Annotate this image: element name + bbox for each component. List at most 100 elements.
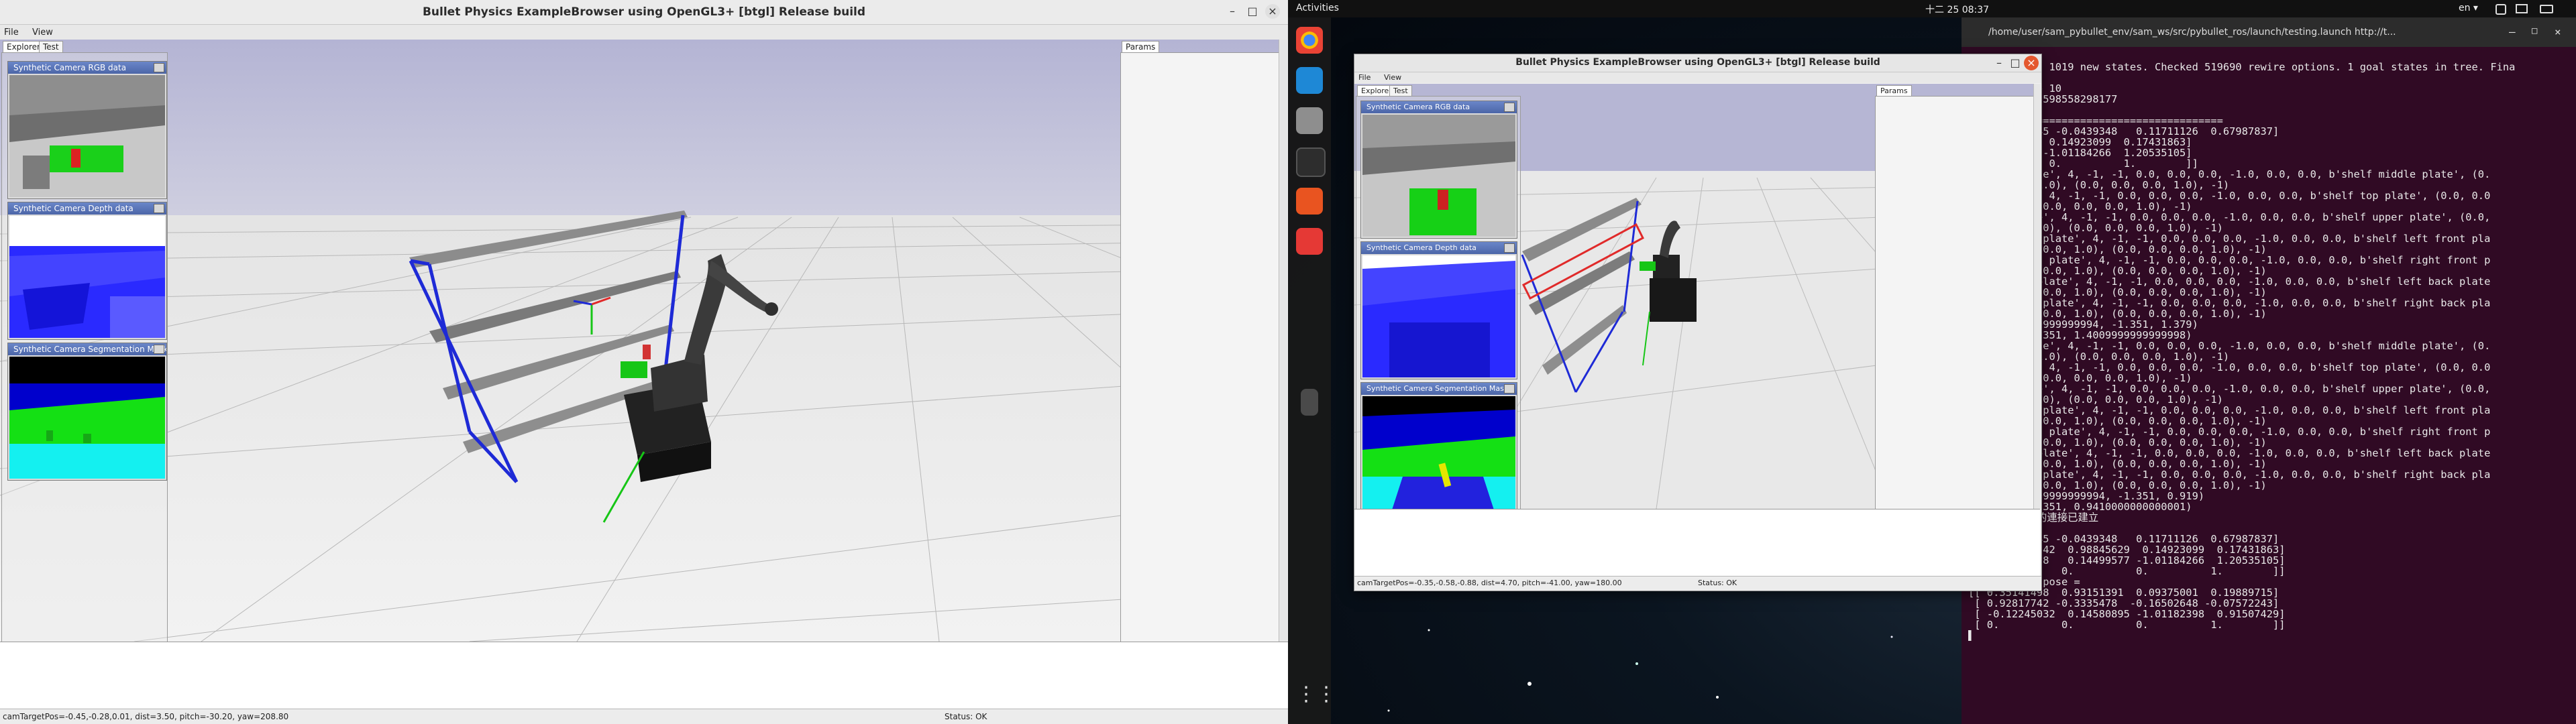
terminal-line: 'left_front_plate', 4, -1, -1, 0.0, 0.0,… [1968,405,2491,416]
terminal-line: ========================================… [1968,115,2223,126]
camera-close-button[interactable] [1504,243,1515,253]
depth-camera-image [9,216,165,338]
terminal-line: 'upper_plate', 4, -1, -1, 0.0, 0.0, 0.0,… [1968,212,2491,223]
camera-close-button[interactable] [1504,384,1515,394]
params-panel [1875,96,2035,510]
anydesk-icon[interactable] [1296,228,1323,255]
terminal-window[interactable]: /home/user/sam_pybullet_env/sam_ws/src/p… [1962,17,2576,724]
terminal-line: 'top_plate', 4, -1, -1, 0.0, 0.0, 0.0, -… [1968,362,2491,373]
terminal-line: (0.0, 0.0, 1.0), (0.0, 0.0, 0.0, 1.0), -… [1968,351,2230,362]
camera-status-text: camTargetPos=-0.45,-0.28,0.01, dist=3.50… [3,712,289,721]
maximize-button[interactable]: □ [2008,56,2023,70]
clock[interactable]: 十二 25 08:37 [1925,3,1989,16]
menu-file[interactable]: File [4,27,19,38]
explorer-panel: Synthetic Camera RGB data Synthetic Came… [1,52,168,642]
power-icon[interactable] [2540,5,2553,13]
terminal-line: [ -0.12245032 0.14580895 -1.01182398 0.9… [1968,609,2286,619]
window-titlebar[interactable]: Bullet Physics ExampleBrowser using Open… [1354,54,2041,72]
camera-close-button[interactable] [1504,103,1515,112]
segmentation-camera-title: Synthetic Camera Segmentation Mask [1361,383,1517,395]
rgb-camera-window[interactable]: Synthetic Camera RGB data [1360,101,1517,239]
tab-params[interactable]: Params [1876,85,1912,96]
camera-close-button[interactable] [154,204,164,213]
segmentation-camera-window[interactable]: Synthetic Camera Segmentation Mask [1360,382,1517,520]
terminal-line: 'middle_plate', 4, -1, -1, 0.0, 0.0, 0.0… [1968,341,2491,351]
terminal-line: rrc: created 1019 new states. Checked 51… [1968,62,2516,72]
maximize-button[interactable]: □ [1245,4,1260,19]
status-ok-text: Status: OK [945,712,987,721]
network-icon[interactable] [2496,4,2506,15]
tab-test[interactable]: Test [1389,85,1412,96]
terminal-line: 0.98845629 0.14923099 0.17431863] [1968,137,2192,147]
menu-bar: File View [1354,72,2041,83]
status-ok-text: Status: OK [1698,579,1737,587]
terminal-line: [ 0. 0. 0. 1. ]] [1968,619,2286,630]
top-bar: Activities 十二 25 08:37 en ▾ [1288,0,2576,17]
close-button[interactable]: × [1265,4,1280,19]
dock: ⋮⋮ [1288,17,1336,724]
3d-viewport[interactable] [0,40,1279,642]
ubuntu-desktop: Activities 十二 25 08:37 en ▾ ⋮⋮ /home/use… [1288,0,2576,724]
vertical-scrollbar[interactable] [1279,40,1287,642]
terminal-line: 'left_back_plate', 4, -1, -1, 0.0, 0.0, … [1968,448,2491,459]
terminal-line: final_grasp_pose = [1968,577,2080,587]
segmentation-camera-window[interactable]: Synthetic Camera Segmentation Mask [7,343,167,481]
tab-params[interactable]: Params [1122,41,1160,52]
terminal-line: 0.0, 0.0, 1.0), (0.0, 0.0, 0.0, 1.0), -1… [1968,394,2223,405]
terminal-line: 0.0), (0.0, 0.0, 1.0), (0.0, 0.0, 0.0, 1… [1968,244,2267,255]
menu-view[interactable]: View [32,27,53,38]
depth-camera-window[interactable]: Synthetic Camera Depth data [7,202,167,340]
console-area[interactable] [1354,509,2040,577]
terminal-line: 0.0), (0.0, 0.0, 1.0), (0.0, 0.0, 0.0, 1… [1968,287,2267,298]
terminal-line: [ 0.92817742 -0.3335478 -0.16502648 -0.0… [1968,598,2279,609]
rgb-camera-window[interactable]: Synthetic Camera RGB data [7,61,167,199]
tab-test[interactable]: Test [39,41,63,52]
vertical-scrollbar[interactable] [2033,84,2041,509]
terminal-minimize-icon[interactable]: – [2509,25,2516,38]
rgb-camera-image [1362,115,1515,237]
close-button[interactable]: × [2024,56,2039,70]
window-title: Bullet Physics ExampleBrowser using Open… [1515,57,1880,68]
minimize-button[interactable]: – [1992,56,2006,70]
software-center-icon[interactable] [1296,188,1323,215]
depth-camera-window[interactable]: Synthetic Camera Depth data [1360,241,1517,379]
terminal-line: 0.0), (0.0, 0.0, 1.0), (0.0, 0.0, 0.0, 1… [1968,416,2267,426]
menu-view[interactable]: View [1384,73,1401,82]
terminal-maximize-icon[interactable]: □ [2532,25,2537,36]
terminal-line: 0.0, 1.0), (0.0, 0.0, 0.0, 1.0), -1) [1968,201,2192,212]
terminal-line: 0.0), (0.0, 0.0, 1.0), (0.0, 0.0, 0.0, 1… [1968,480,2267,491]
terminal-line: 'left_back_plate', 4, -1, -1, 0.0, 0.0, … [1968,276,2491,287]
minimize-button[interactable]: – [1225,4,1240,19]
bullet-window-right: Bullet Physics ExampleBrowser using Open… [1354,54,2042,591]
terminal-line: 'middle_plate', 4, -1, -1, 0.0, 0.0, 0.0… [1968,169,2491,180]
rgb-camera-title: Synthetic Camera RGB data [1361,101,1517,113]
window-titlebar[interactable]: Bullet Physics ExampleBrowser using Open… [0,0,1288,25]
files-icon[interactable] [1296,107,1323,134]
camera-close-button[interactable] [154,345,164,354]
terminal-line: 0.0, 0.0, 1.0), (0.0, 0.0, 0.0, 1.0), -1… [1968,223,2223,233]
activities-button[interactable]: Activities [1296,3,1339,13]
tab-explorer[interactable]: Explorer [3,41,44,52]
vscode-icon[interactable] [1296,67,1323,94]
menu-file[interactable]: File [1358,73,1371,82]
terminal-line: [[-0.99214645 -0.0439348 0.11711126 0.67… [1968,534,2279,544]
depth-camera-title: Synthetic Camera Depth data [8,202,166,215]
terminal-line: 'top_plate', 4, -1, -1, 0.0, 0.0, 0.0, -… [1968,190,2491,201]
app-grid-icon[interactable]: ⋮⋮ [1296,681,1336,708]
camera-close-button[interactable] [154,63,164,72]
terminal-line: 'left_front_plate', 4, -1, -1, 0.0, 0.0,… [1968,233,2491,244]
usb-drive-icon[interactable] [1301,389,1318,416]
status-bar: camTargetPos=-0.45,-0.28,0.01, dist=3.50… [0,709,1288,724]
volume-icon[interactable] [2516,4,2528,13]
chrome-icon[interactable] [1296,27,1323,54]
console-area[interactable] [0,642,1288,709]
explorer-panel: Synthetic Camera RGB data Synthetic Came… [1356,96,1521,533]
terminal-titlebar[interactable]: /home/user/sam_pybullet_env/sam_ws/src/p… [1962,17,2576,47]
terminal-line: [ -0.1223158 0.14499577 -1.01184266 1.20… [1968,555,2286,566]
input-method-indicator[interactable]: en ▾ [2459,3,2478,13]
terminal-line: 0.0), (0.0, 0.0, 1.0), (0.0, 0.0, 0.0, 1… [1968,265,2267,276]
terminal-icon[interactable] [1296,147,1326,177]
terminal-close-icon[interactable]: × [2555,25,2561,38]
rgb-camera-title: Synthetic Camera RGB data [8,62,166,74]
